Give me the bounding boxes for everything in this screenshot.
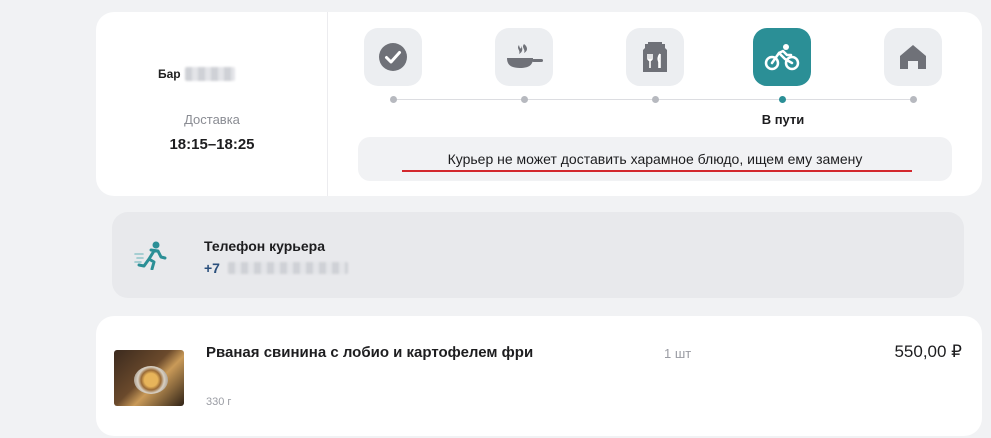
- item-name: Рваная свинина с лобио и картофелем фри: [206, 344, 534, 361]
- courier-phone-title: Телефон курьера: [204, 238, 325, 254]
- status-notice: Курьер не может доставить харамное блюдо…: [358, 137, 952, 181]
- step-dot-active: [779, 96, 786, 103]
- courier-phone-card[interactable]: Телефон курьера +7: [112, 212, 964, 298]
- courier-phone-number[interactable]: +7: [204, 260, 348, 276]
- step-on-the-way: [753, 28, 811, 86]
- step-delivered: [884, 28, 942, 86]
- delivery-label: Доставка: [184, 112, 240, 127]
- status-notice-text: Курьер не может доставить харамное блюдо…: [447, 151, 863, 167]
- delivery-time: 18:15–18:25: [169, 136, 255, 153]
- bicycle-icon: [764, 44, 800, 71]
- dish-plate: [134, 366, 168, 394]
- step-dot: [652, 96, 659, 103]
- step-dot: [390, 96, 397, 103]
- notice-underline: [402, 170, 912, 172]
- running-courier-icon: [134, 241, 167, 270]
- item-quantity: 1 шт: [664, 346, 692, 361]
- item-weight: 330 г: [206, 396, 232, 408]
- order-status-card: Бар Доставка 18:15–18:25 В пути Курьер н…: [96, 12, 982, 196]
- check-icon: [379, 43, 407, 71]
- step-dot: [521, 96, 528, 103]
- order-item-card: Рваная свинина с лобио и картофелем фри …: [96, 316, 982, 436]
- venue-name-blurred: [184, 67, 235, 81]
- cooking-pan-icon: [507, 44, 543, 68]
- home-icon: [900, 45, 926, 69]
- venue-name: Бар: [158, 67, 235, 81]
- item-photo: [114, 350, 184, 406]
- venue-panel: Бар Доставка 18:15–18:25: [96, 12, 328, 196]
- step-dot: [910, 96, 917, 103]
- item-price: 550,00 ₽: [894, 342, 962, 361]
- phone-number-blurred: [227, 262, 348, 274]
- step-cooking: [495, 28, 553, 86]
- packaging-bag-icon: [643, 42, 667, 72]
- step-packing: [626, 28, 684, 86]
- step-label-on-the-way: В пути: [761, 112, 805, 127]
- order-progress-steps: В пути: [356, 26, 956, 136]
- step-accepted: [364, 28, 422, 86]
